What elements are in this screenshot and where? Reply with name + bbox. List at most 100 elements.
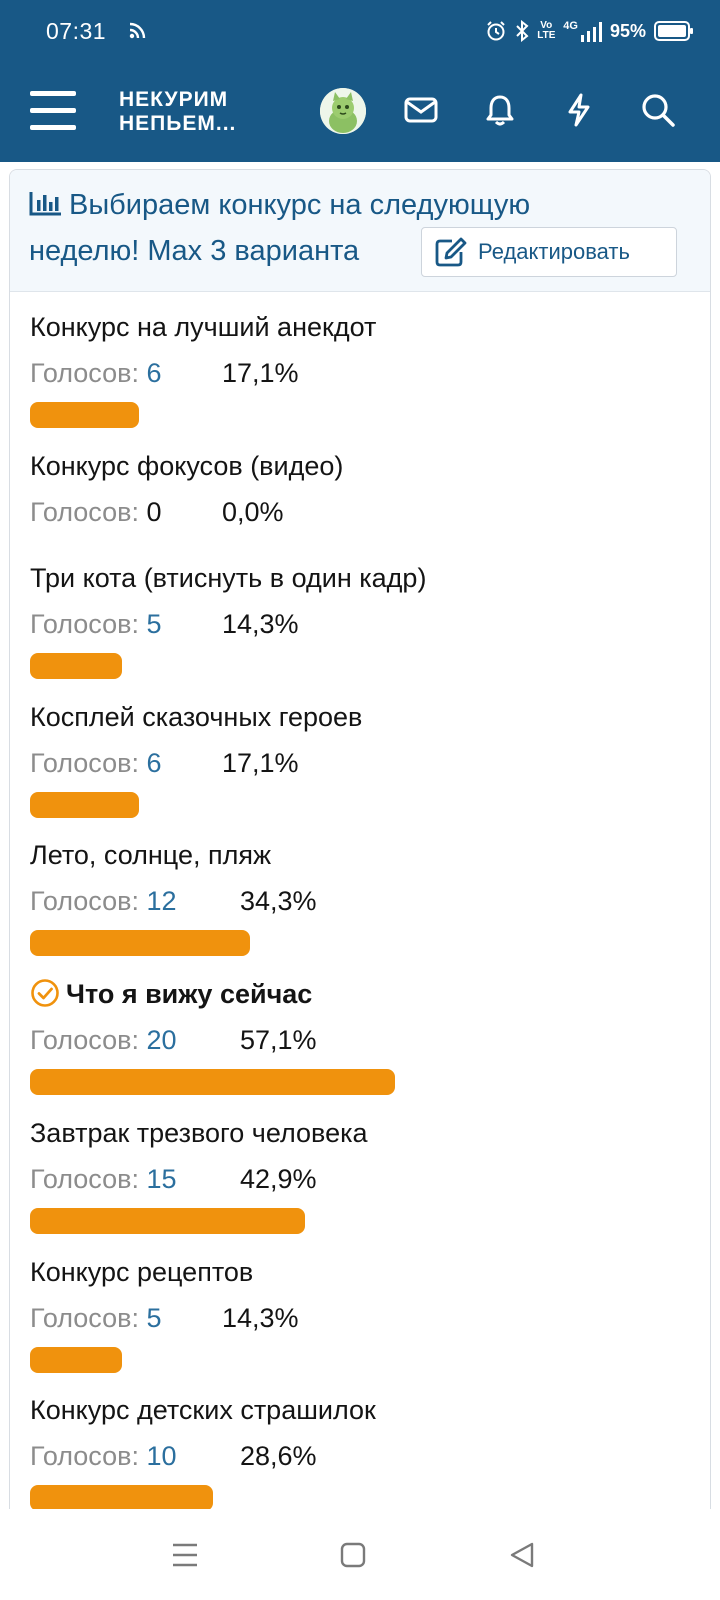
edit-button-label: Редактировать (478, 239, 630, 264)
poll-option-stats: Голосов: 20 57,1% (30, 1023, 317, 1057)
votes-percent: 17,1% (222, 748, 299, 778)
vote-share-bar (30, 1347, 122, 1373)
poll-option-text: Три кота (втиснуть в один кадр) (30, 563, 427, 593)
votes-count[interactable]: 6 (147, 356, 162, 390)
poll-option: Что я вижу сейчас Голосов: 20 57,1% (30, 977, 690, 1095)
poll-option-text: Конкурс рецептов (30, 1257, 254, 1287)
poll-option-text: Что я вижу сейчас (66, 979, 313, 1009)
edit-button[interactable]: Редактировать (421, 227, 677, 277)
poll-header: Выбираем конкурс на следующую неделю! Ma… (10, 170, 710, 292)
poll-option-stats: Голосов: 12 34,3% (30, 884, 317, 918)
poll-option-label: Что я вижу сейчас (30, 977, 690, 1011)
signal-icon: 4G (563, 20, 602, 42)
search-button[interactable] (638, 90, 678, 130)
votes-percent: 42,9% (240, 1164, 317, 1194)
status-icons: Vo LTE 4G 95% (485, 17, 694, 45)
vote-share-bar (30, 653, 122, 679)
poll-option-text: Завтрак трезвого человека (30, 1118, 368, 1148)
votes-percent: 0,0% (222, 497, 284, 527)
votes-label: Голосов: (30, 497, 139, 527)
votes-count: 0 (146, 497, 162, 527)
bell-icon (486, 95, 514, 126)
volte-indicator: Vo LTE (537, 20, 556, 41)
poll-option-label: Лето, солнце, пляж (30, 838, 690, 872)
bar-chart-icon (29, 192, 61, 216)
whats-new-button[interactable] (559, 90, 599, 130)
poll-option: Завтрак трезвого человека Голосов: 15 42,9… (30, 1116, 690, 1234)
votes-label: Голосов: (30, 886, 139, 916)
poll-option-label: Конкурс детских страшилок (30, 1393, 690, 1427)
poll-option-text: Конкурс детских страшилок (30, 1395, 376, 1425)
votes-count[interactable]: 5 (147, 1301, 162, 1335)
search-icon (642, 94, 675, 127)
poll-option: Конкурс рецептов Голосов: 5 14,3% (30, 1255, 690, 1373)
votes-percent: 17,1% (222, 358, 299, 388)
poll-option-stats: Голосов: 0 0,0% (30, 495, 284, 529)
poll-option-label: Косплей сказочных героев (30, 700, 690, 734)
poll-option: Три кота (втиснуть в один кадр) Голосов: … (30, 561, 690, 679)
recents-icon (173, 1543, 197, 1567)
vote-share-bar (30, 1069, 395, 1095)
app-header: НЕКУРИМ НЕПЬЕМ... (0, 64, 720, 162)
lightning-icon (568, 93, 590, 127)
poll-option: Конкурс фокусов (видео) Голосов: 0 0,0% (30, 449, 690, 527)
system-nav-bar (0, 1509, 720, 1600)
cast-icon (129, 22, 146, 39)
mail-icon (404, 97, 438, 123)
votes-count[interactable]: 6 (147, 746, 162, 780)
vote-share-bar (30, 792, 139, 818)
poll-title-line-2: неделю! Max 3 варианта (29, 235, 360, 267)
poll-option-stats: Голосов: 5 14,3% (30, 1301, 299, 1335)
votes-percent: 34,3% (240, 886, 317, 916)
bluetooth-icon (516, 20, 529, 42)
home-icon (340, 1542, 366, 1568)
back-button[interactable] (502, 1537, 542, 1573)
status-time: 07:31 (46, 18, 107, 44)
votes-count[interactable]: 12 (147, 884, 177, 918)
poll-option-text: Лето, солнце, пляж (30, 840, 272, 870)
poll-option-label: Завтрак трезвого человека (30, 1116, 690, 1150)
recents-button[interactable] (165, 1537, 205, 1573)
edit-icon (435, 237, 467, 267)
poll-option-stats: Голосов: 5 14,3% (30, 607, 299, 641)
poll-option-stats: Голосов: 6 17,1% (30, 356, 299, 390)
votes-percent: 14,3% (222, 609, 299, 639)
votes-label: Голосов: (30, 748, 139, 778)
logo-line-1: НЕКУРИМ (119, 88, 229, 111)
poll-title-line-1: Выбираем конкурс на следующую (69, 189, 531, 221)
poll-option-label: Конкурс на лучший анекдот (30, 310, 690, 344)
votes-label: Голосов: (30, 609, 139, 639)
poll-option-label: Три кота (втиснуть в один кадр) (30, 561, 690, 595)
battery-percent: 95% (609, 20, 646, 41)
vote-share-bar (30, 1208, 305, 1234)
menu-button[interactable] (30, 91, 76, 131)
poll-option-label: Конкурс рецептов (30, 1255, 690, 1289)
site-logo[interactable]: НЕКУРИМ НЕПЬЕМ... (119, 88, 236, 136)
home-button[interactable] (333, 1537, 373, 1573)
notifications-button[interactable] (480, 90, 520, 130)
votes-percent: 28,6% (240, 1441, 317, 1471)
alarm-icon (487, 21, 505, 41)
poll-option: Косплей сказочных героев Голосов: 6 17,1% (30, 700, 690, 818)
votes-count[interactable]: 15 (147, 1162, 177, 1196)
votes-count[interactable]: 5 (147, 607, 162, 641)
vote-share-bar (30, 1485, 213, 1509)
votes-count[interactable]: 20 (147, 1023, 177, 1057)
mail-button[interactable] (401, 90, 441, 130)
vote-share-bar (30, 930, 250, 956)
votes-percent: 14,3% (222, 1303, 299, 1333)
votes-label: Голосов: (30, 1164, 139, 1194)
back-icon (510, 1542, 534, 1568)
status-bar: 07:31 Vo LTE 4G 95% (0, 0, 720, 64)
votes-label: Голосов: (30, 1025, 139, 1055)
poll-option-label: Конкурс фокусов (видео) (30, 449, 690, 483)
poll-option-text: Конкурс фокусов (видео) (30, 451, 344, 481)
vote-share-bar (30, 402, 139, 428)
poll-option-stats: Голосов: 10 28,6% (30, 1439, 317, 1473)
poll-card: Выбираем конкурс на следующую неделю! Ma… (9, 169, 711, 1509)
votes-count[interactable]: 10 (147, 1439, 177, 1473)
check-circle-icon (31, 979, 59, 1007)
votes-percent: 57,1% (240, 1025, 317, 1055)
avatar[interactable] (320, 88, 366, 134)
app-top-bar: 07:31 Vo LTE 4G 95% НЕКУРИМ НЕПЬЕМ... (0, 0, 720, 162)
